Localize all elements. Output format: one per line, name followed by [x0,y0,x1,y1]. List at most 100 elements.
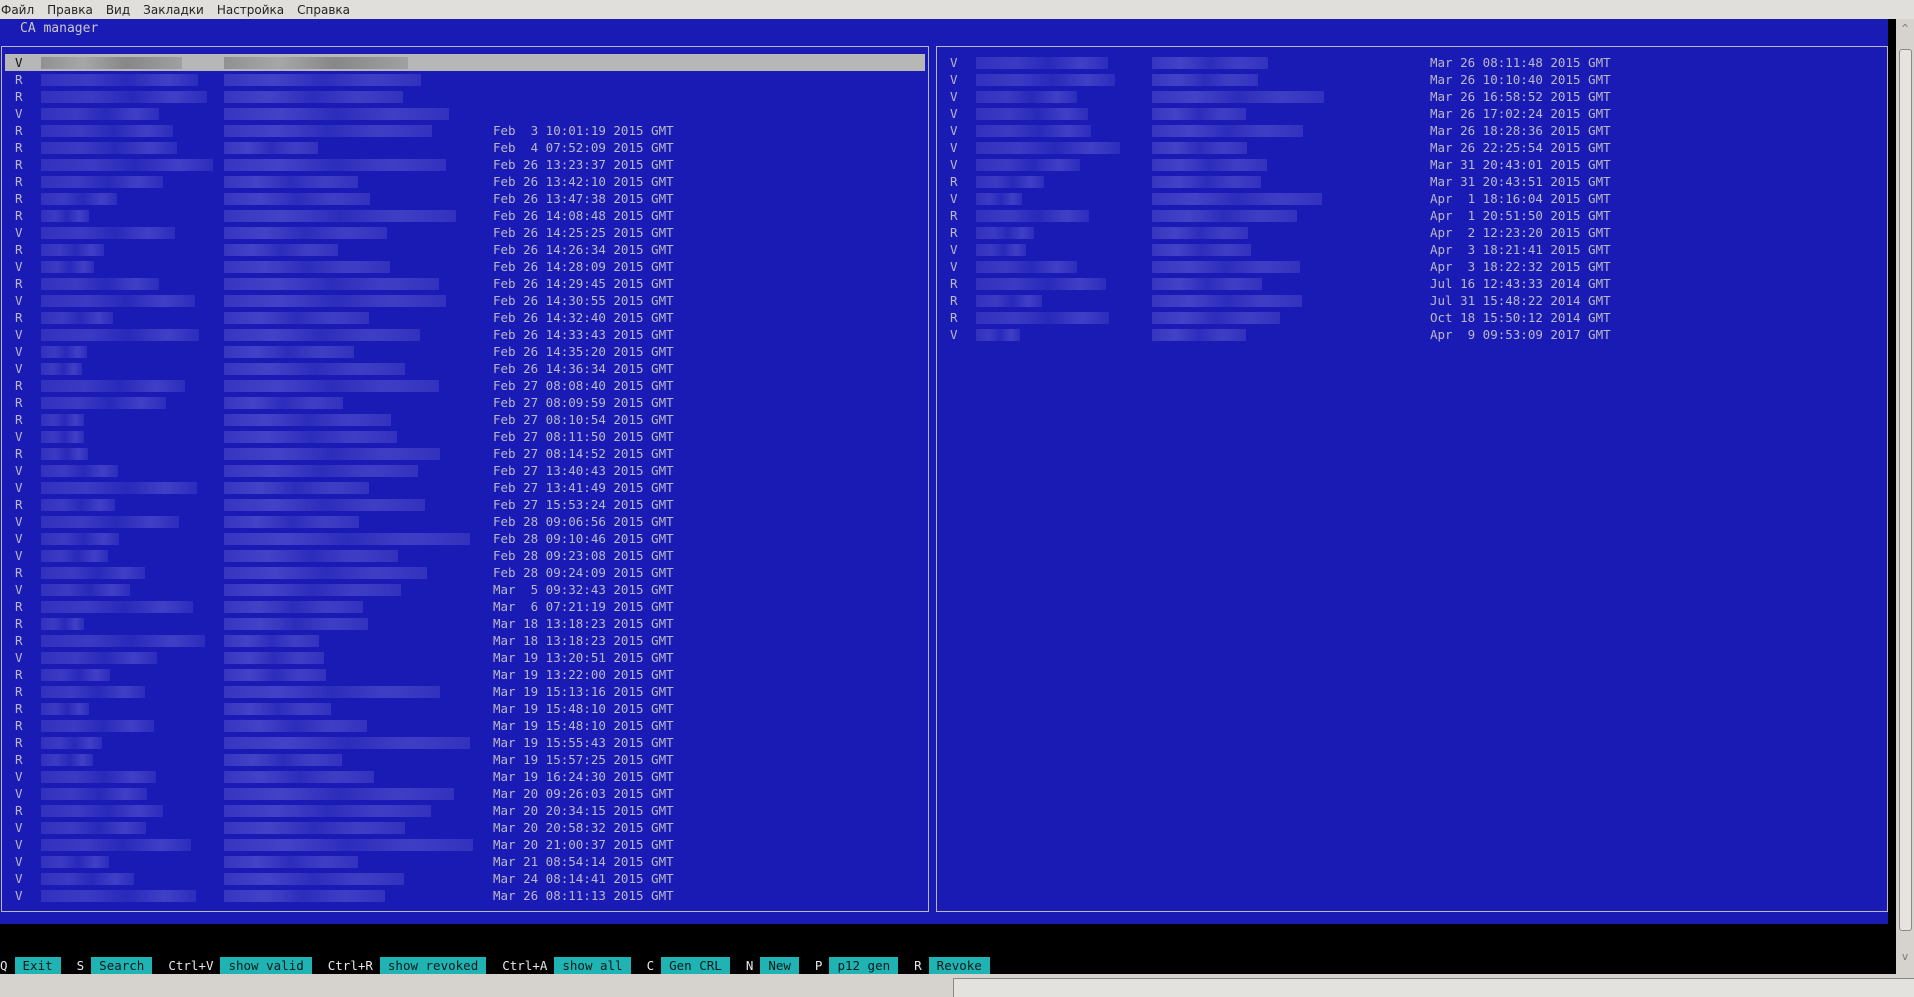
status-flag: R [15,310,23,325]
certificate-row[interactable]: V Mar 21 08:54:14 2015 GMT [5,853,925,870]
terminal-scrollbar[interactable]: ^ v [1896,19,1914,974]
certificate-row[interactable]: R Feb 27 08:08:40 2015 GMT [5,377,925,394]
certificate-row[interactable]: R Feb 27 08:10:54 2015 GMT [5,411,925,428]
redacted-name [41,465,118,477]
certificate-row[interactable]: V Mar 19 13:20:51 2015 GMT [5,649,925,666]
certificate-row[interactable]: V [5,105,925,122]
certificate-row[interactable]: V Mar 26 18:28:36 2015 GMT [940,122,1884,139]
certificate-row[interactable]: V Apr 3 18:22:32 2015 GMT [940,258,1884,275]
certificate-row[interactable]: V Feb 26 14:35:20 2015 GMT [5,343,925,360]
menu-item[interactable]: Вид [104,3,137,17]
shortcut-new-button[interactable]: New [760,957,799,974]
certificate-row[interactable]: R Mar 19 15:13:16 2015 GMT [5,683,925,700]
shortcut-revoke-button[interactable]: Revoke [928,957,990,974]
certificate-row[interactable]: V Feb 26 14:30:55 2015 GMT [5,292,925,309]
certificate-row[interactable]: V Mar 5 09:32:43 2015 GMT [5,581,925,598]
certificate-row[interactable]: R Feb 26 13:42:10 2015 GMT [5,173,925,190]
certificate-row[interactable]: V Mar 26 08:11:48 2015 GMT [940,54,1884,71]
certificate-row[interactable]: V Feb 26 14:25:25 2015 GMT [5,224,925,241]
certificate-row[interactable]: R Mar 18 13:18:23 2015 GMT [5,632,925,649]
status-field [953,978,1914,997]
certificate-row[interactable]: V Apr 3 18:21:41 2015 GMT [940,241,1884,258]
menu-item[interactable]: Правка [45,3,100,17]
certificate-row[interactable]: R Mar 19 15:48:10 2015 GMT [5,700,925,717]
menu-item[interactable]: Файл [0,3,41,17]
certificate-row[interactable]: V Feb 28 09:10:46 2015 GMT [5,530,925,547]
certificate-row[interactable]: R Feb 27 08:14:52 2015 GMT [5,445,925,462]
certificate-row[interactable]: V Mar 24 08:14:41 2015 GMT [5,870,925,887]
certificate-row[interactable]: R Feb 26 14:29:45 2015 GMT [5,275,925,292]
certificate-row[interactable]: R Jul 16 12:43:33 2014 GMT [940,275,1884,292]
redacted-subject [1152,57,1268,69]
status-flag: V [15,582,23,597]
certificate-row[interactable]: V Mar 20 20:58:32 2015 GMT [5,819,925,836]
certificate-row[interactable]: V Mar 19 16:24:30 2015 GMT [5,768,925,785]
shortcut-p12-gen-button[interactable]: p12 gen [829,957,899,974]
certificate-row[interactable]: R Feb 3 10:01:19 2015 GMT [5,122,925,139]
certificate-row[interactable]: V Feb 28 09:23:08 2015 GMT [5,547,925,564]
certificate-row[interactable]: R [5,71,925,88]
certificate-row[interactable]: R Apr 2 12:23:20 2015 GMT [940,224,1884,241]
certificate-row[interactable]: V Apr 9 09:53:09 2017 GMT [940,326,1884,343]
certificate-row[interactable]: V Feb 28 09:06:56 2015 GMT [5,513,925,530]
certificate-row[interactable]: V Mar 20 21:00:37 2015 GMT [5,836,925,853]
certificate-row[interactable]: R Mar 6 07:21:19 2015 GMT [5,598,925,615]
certificate-row[interactable]: V Mar 26 10:10:40 2015 GMT [940,71,1884,88]
app-title: CA manager [20,21,99,36]
certificate-row[interactable]: V Feb 27 13:41:49 2015 GMT [5,479,925,496]
menu-item[interactable]: Настройка [215,3,291,17]
scroll-down-icon[interactable]: v [1896,949,1914,965]
certificate-row[interactable]: R [5,88,925,105]
redacted-name [41,652,157,664]
certificate-row[interactable]: R Feb 26 14:08:48 2015 GMT [5,207,925,224]
certificate-row[interactable]: R Mar 19 15:57:25 2015 GMT [5,751,925,768]
certificate-row[interactable]: R Mar 19 13:22:00 2015 GMT [5,666,925,683]
certificate-row[interactable]: R Feb 27 08:09:59 2015 GMT [5,394,925,411]
certificate-row[interactable]: R Feb 28 09:24:09 2015 GMT [5,564,925,581]
certificate-row[interactable]: V [5,54,925,71]
certificate-row[interactable]: R Mar 20 20:34:15 2015 GMT [5,802,925,819]
menu-item[interactable]: Справка [295,3,357,17]
shortcut-show-valid-button[interactable]: show valid [220,957,312,974]
certificate-row[interactable]: R Mar 19 15:55:43 2015 GMT [5,734,925,751]
certificate-row[interactable]: R Feb 26 13:23:37 2015 GMT [5,156,925,173]
certificate-row[interactable]: R Feb 26 14:32:40 2015 GMT [5,309,925,326]
certificate-row[interactable]: V Mar 20 09:26:03 2015 GMT [5,785,925,802]
certificate-row[interactable]: R Mar 31 20:43:51 2015 GMT [940,173,1884,190]
certificate-row[interactable]: V Mar 26 22:25:54 2015 GMT [940,139,1884,156]
certificate-row[interactable]: V Apr 1 18:16:04 2015 GMT [940,190,1884,207]
certificate-row[interactable]: R Feb 26 13:47:38 2015 GMT [5,190,925,207]
certificate-row[interactable]: R Feb 27 15:53:24 2015 GMT [5,496,925,513]
certificate-row[interactable]: V Feb 26 14:33:43 2015 GMT [5,326,925,343]
certificate-row[interactable]: V Feb 26 14:36:34 2015 GMT [5,360,925,377]
shortcut-search-button[interactable]: Search [91,957,153,974]
certificate-row[interactable]: V Mar 26 16:58:52 2015 GMT [940,88,1884,105]
certificate-row[interactable]: R Apr 1 20:51:50 2015 GMT [940,207,1884,224]
redacted-name [41,669,110,681]
menu-item[interactable]: Закладки [141,3,211,17]
certificate-row[interactable]: R Mar 18 13:18:23 2015 GMT [5,615,925,632]
shortcut-show-revoked-button[interactable]: show revoked [379,957,487,974]
certificate-row[interactable]: V Mar 31 20:43:01 2015 GMT [940,156,1884,173]
certificate-row[interactable]: R Feb 26 14:26:34 2015 GMT [5,241,925,258]
scrollbar-thumb[interactable] [1899,49,1912,931]
certificate-row[interactable]: V Feb 27 08:11:50 2015 GMT [5,428,925,445]
certificate-row[interactable]: R Feb 4 07:52:09 2015 GMT [5,139,925,156]
certificate-row[interactable]: R Mar 19 15:48:10 2015 GMT [5,717,925,734]
certificate-list-right[interactable]: V Mar 26 08:11:48 2015 GMT V Mar 26 10:10:4… [936,46,1888,912]
redacted-subject [224,465,418,477]
shortcut-show-all-button[interactable]: show all [554,957,631,974]
certificate-row[interactable]: R Jul 31 15:48:22 2014 GMT [940,292,1884,309]
certificate-row[interactable]: R Oct 18 15:50:12 2014 GMT [940,309,1884,326]
certificate-row[interactable]: V Mar 26 08:11:13 2015 GMT [5,887,925,904]
scroll-up-icon[interactable]: ^ [1896,21,1914,37]
certificate-row[interactable]: V Feb 27 13:40:43 2015 GMT [5,462,925,479]
redacted-name [41,431,84,443]
shortcut-exit-button[interactable]: Exit [14,957,61,974]
certificate-row[interactable]: V Mar 26 17:02:24 2015 GMT [940,105,1884,122]
shortcut-gen-crl-button[interactable]: Gen CRL [661,957,730,974]
status-flag: R [15,497,23,512]
redacted-subject [1152,74,1258,86]
certificate-list-left[interactable]: V R R V R Feb 3 10:01:19 2015 GMT R Feb 4 07:52… [1,46,929,912]
certificate-row[interactable]: V Feb 26 14:28:09 2015 GMT [5,258,925,275]
